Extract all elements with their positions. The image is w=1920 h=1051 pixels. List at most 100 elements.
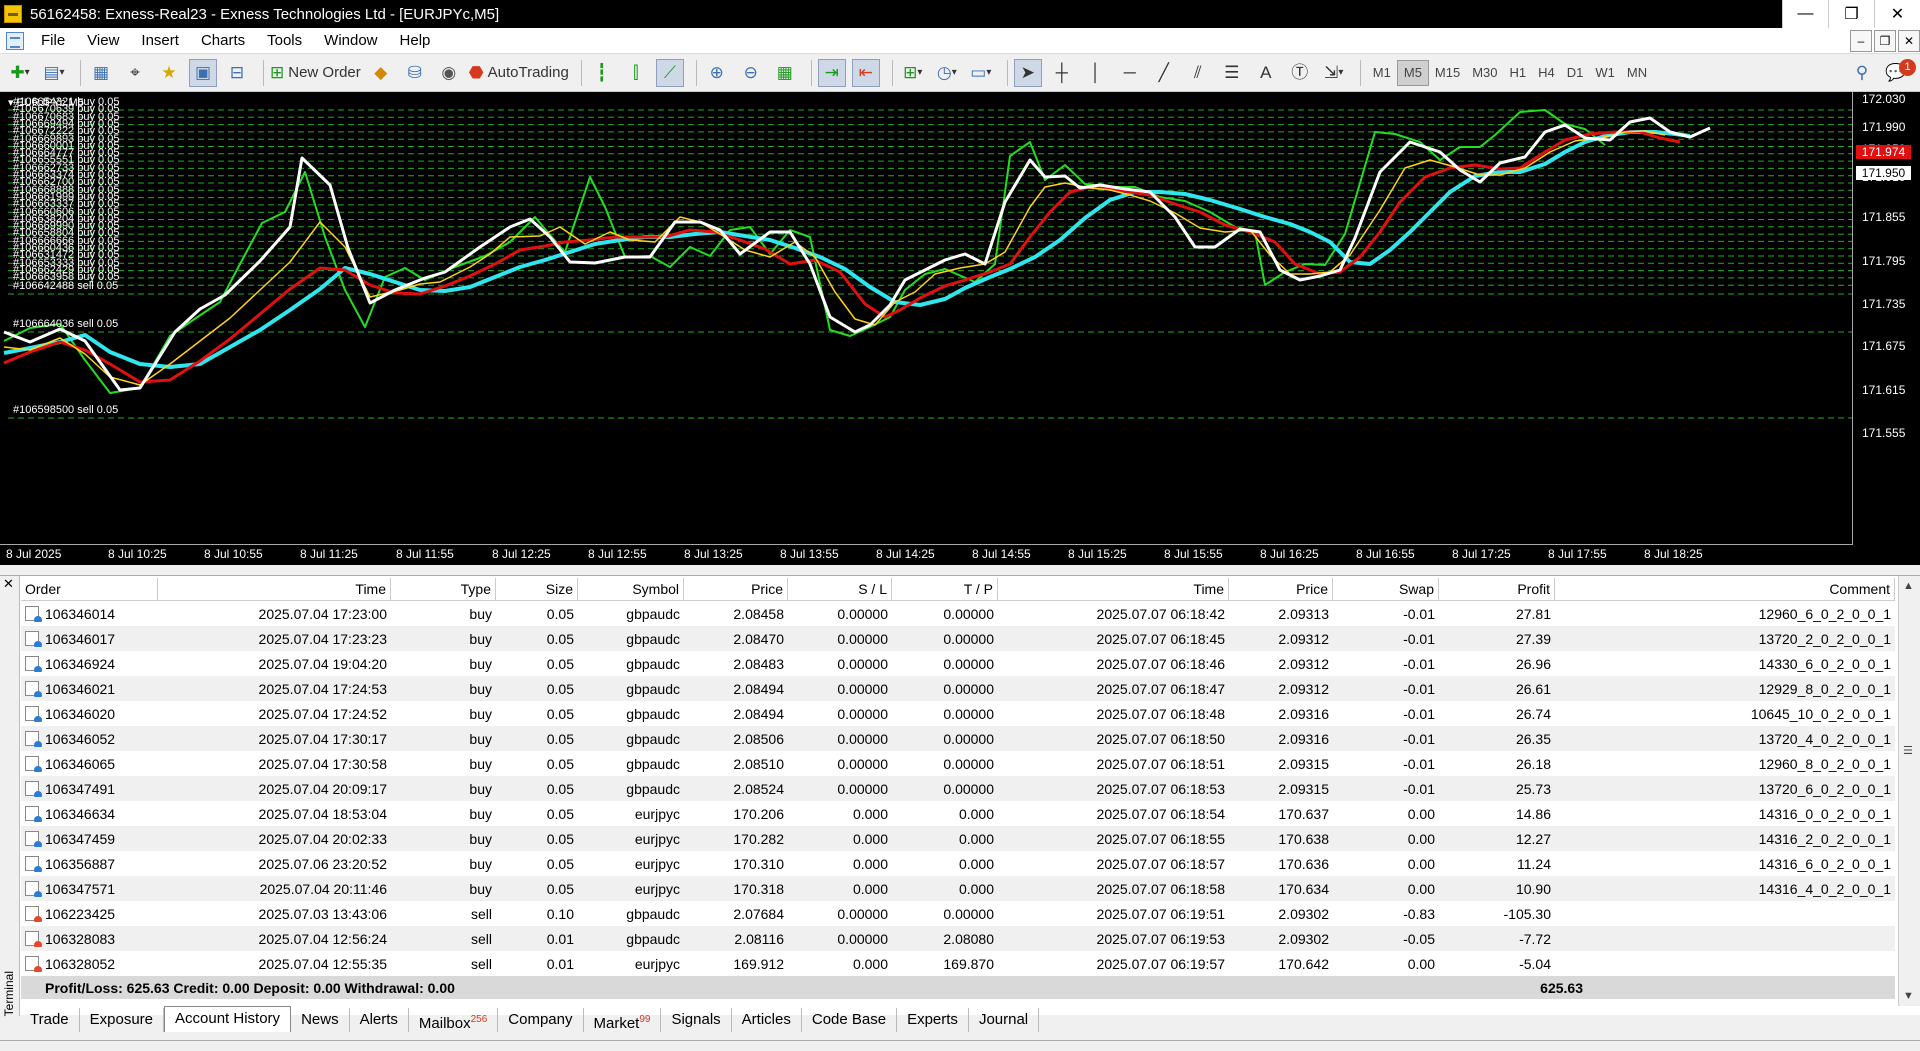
timeframe-h4[interactable]: H4 — [1532, 60, 1561, 86]
periods-icon[interactable]: ◷ ▾ — [933, 59, 961, 87]
profiles-button[interactable]: ▤ ▾ — [40, 59, 68, 87]
market-watch-icon[interactable]: ▦ — [87, 59, 115, 87]
templates-icon[interactable]: ▭ ▾ — [967, 59, 995, 87]
timeframe-m5[interactable]: M5 — [1396, 59, 1429, 86]
col-close-time[interactable]: Time — [998, 577, 1229, 601]
new-chart-button[interactable]: ✚ ▾ — [6, 59, 34, 87]
tab-alerts[interactable]: Alerts — [350, 1008, 409, 1032]
tab-exposure[interactable]: Exposure — [80, 1008, 165, 1032]
table-row[interactable]: 106346634 2025.07.04 18:53:04 buy 0.05 eurjp… — [21, 801, 1895, 826]
navigator-icon[interactable]: ★ — [155, 59, 183, 87]
zoom-in-icon[interactable]: ⊕ — [703, 59, 731, 87]
table-row[interactable]: 106347491 2025.07.04 20:09:17 buy 0.05 gbpau… — [21, 776, 1895, 801]
tab-experts[interactable]: Experts — [897, 1008, 969, 1032]
col-open-time[interactable]: Time — [158, 577, 391, 601]
tab-journal[interactable]: Journal — [969, 1008, 1040, 1032]
table-row[interactable]: 106346014 2025.07.04 17:23:00 buy 0.05 gbpau… — [21, 601, 1895, 626]
auto-scroll-icon[interactable]: ⇥ — [817, 58, 846, 87]
signals-icon[interactable]: ◉ — [435, 59, 463, 87]
vertical-line-icon[interactable]: │ — [1082, 59, 1110, 87]
col-profit[interactable]: Profit — [1439, 577, 1555, 601]
chart-minimize-button[interactable]: – — [1850, 30, 1872, 52]
cursor-icon[interactable]: ➤ — [1013, 58, 1042, 87]
fibonacci-icon[interactable]: ☰ — [1218, 59, 1246, 87]
table-row[interactable]: 106223425 2025.07.03 13:43:06 sell 0.10 gbpa… — [21, 901, 1895, 926]
table-row[interactable]: 106328052 2025.07.04 12:55:35 sell 0.01 eurj… — [21, 951, 1895, 976]
col-size[interactable]: Size — [496, 577, 578, 601]
col-comment[interactable]: Comment — [1555, 577, 1895, 601]
col-type[interactable]: Type — [391, 577, 496, 601]
minimize-button[interactable]: — — [1782, 0, 1828, 28]
table-row[interactable]: 106346052 2025.07.04 17:30:17 buy 0.05 gbpau… — [21, 726, 1895, 751]
table-row[interactable]: 106347459 2025.07.04 20:02:33 buy 0.05 eurjp… — [21, 826, 1895, 851]
chart-close-button[interactable]: ✕ — [1898, 30, 1920, 52]
scroll-menu-icon[interactable]: ☰ — [1903, 744, 1913, 757]
table-row[interactable]: 106347571 2025.07.04 20:11:46 buy 0.05 eurjp… — [21, 876, 1895, 901]
tab-company[interactable]: Company — [498, 1008, 584, 1032]
menu-view[interactable]: View — [76, 32, 130, 49]
table-row[interactable]: 106346017 2025.07.04 17:23:23 buy 0.05 gbpau… — [21, 626, 1895, 651]
price-chart[interactable]: ▾ EURJPYc,M5 #106654321 buy 0.05 #1066706… — [0, 92, 1920, 565]
timeframe-w1[interactable]: W1 — [1589, 60, 1621, 86]
table-row[interactable]: 106356887 2025.07.06 23:20:52 buy 0.05 eurjp… — [21, 851, 1895, 876]
text-label-icon[interactable]: Ⓣ — [1286, 59, 1314, 87]
timeframe-m1[interactable]: M1 — [1367, 60, 1397, 86]
timeframe-h1[interactable]: H1 — [1504, 60, 1533, 86]
terminal-scrollbar[interactable]: ▲ ☰ ▼ — [1898, 576, 1920, 1006]
chart-shift-icon[interactable]: ⇤ — [851, 58, 880, 87]
menu-tools[interactable]: Tools — [256, 32, 313, 49]
timeframe-mn[interactable]: MN — [1621, 60, 1653, 86]
metaeditor-icon[interactable]: ◆ — [367, 59, 395, 87]
timeframe-m30[interactable]: M30 — [1466, 60, 1503, 86]
data-window-icon[interactable]: ⌖ — [121, 59, 149, 87]
menu-help[interactable]: Help — [389, 32, 442, 49]
candlestick-icon[interactable]: ⫿ — [622, 59, 650, 87]
tile-windows-icon[interactable]: ▦ — [771, 59, 799, 87]
trendline-icon[interactable]: ╱ — [1150, 59, 1178, 87]
timeframe-d1[interactable]: D1 — [1561, 60, 1590, 86]
bar-chart-icon[interactable]: ┇ — [588, 59, 616, 87]
arrows-icon[interactable]: ⇲ ▾ — [1320, 59, 1348, 87]
table-row[interactable]: 106346020 2025.07.04 17:24:52 buy 0.05 gbpau… — [21, 701, 1895, 726]
col-symbol[interactable]: Symbol — [578, 577, 684, 601]
chart-window-icon[interactable] — [6, 31, 24, 50]
menu-insert[interactable]: Insert — [130, 32, 190, 49]
text-icon[interactable]: A — [1252, 59, 1280, 87]
tab-signals[interactable]: Signals — [661, 1008, 732, 1032]
table-row[interactable]: 106346021 2025.07.04 17:24:53 buy 0.05 gbpau… — [21, 676, 1895, 701]
strategy-tester-icon[interactable]: ⊟ — [223, 59, 251, 87]
tab-market[interactable]: Market99 — [584, 1008, 662, 1032]
horizontal-line-icon[interactable]: ─ — [1116, 59, 1144, 87]
chart-restore-button[interactable]: ❐ — [1874, 30, 1896, 52]
tab-code-base[interactable]: Code Base — [802, 1008, 898, 1032]
terminal-close-icon[interactable]: ✕ — [3, 576, 14, 592]
table-row[interactable]: 106328083 2025.07.04 12:56:24 sell 0.01 gbpa… — [21, 926, 1895, 951]
col-swap[interactable]: Swap — [1333, 577, 1439, 601]
col-open-price[interactable]: Price — [684, 577, 788, 601]
tab-mailbox[interactable]: Mailbox256 — [409, 1008, 499, 1032]
new-order-button[interactable]: ⊞ New Order — [270, 59, 361, 87]
close-button[interactable]: ✕ — [1874, 0, 1920, 28]
col-order[interactable]: Order — [21, 577, 158, 601]
indicators-icon[interactable]: ⊞ ▾ — [899, 59, 927, 87]
line-chart-icon[interactable]: ⟋ — [655, 58, 684, 87]
table-row[interactable]: 106346924 2025.07.04 19:04:20 buy 0.05 gbpau… — [21, 651, 1895, 676]
tab-trade[interactable]: Trade — [20, 1008, 80, 1032]
menu-charts[interactable]: Charts — [190, 32, 256, 49]
scroll-up-arrow[interactable]: ▲ — [1903, 580, 1914, 592]
autotrading-button[interactable]: ⬣ AutoTrading — [469, 59, 569, 87]
maximize-button[interactable]: ❐ — [1828, 0, 1874, 28]
menu-file[interactable]: File — [30, 32, 76, 49]
equidistant-channel-icon[interactable]: ⫽ — [1184, 59, 1212, 87]
tab-account-history[interactable]: Account History — [164, 1006, 292, 1032]
market-icon[interactable]: ⛁ — [401, 59, 429, 87]
notifications-icon[interactable]: 💬 1 — [1882, 58, 1916, 87]
table-row[interactable]: 106346065 2025.07.04 17:30:58 buy 0.05 gbpau… — [21, 751, 1895, 776]
crosshair-icon[interactable]: ┼ — [1048, 59, 1076, 87]
col-stop-loss[interactable]: S / L — [788, 577, 892, 601]
col-close-price[interactable]: Price — [1229, 577, 1333, 601]
col-take-profit[interactable]: T / P — [892, 577, 998, 601]
menu-window[interactable]: Window — [313, 32, 388, 49]
scroll-down-arrow[interactable]: ▼ — [1903, 990, 1914, 1002]
zoom-out-icon[interactable]: ⊖ — [737, 59, 765, 87]
